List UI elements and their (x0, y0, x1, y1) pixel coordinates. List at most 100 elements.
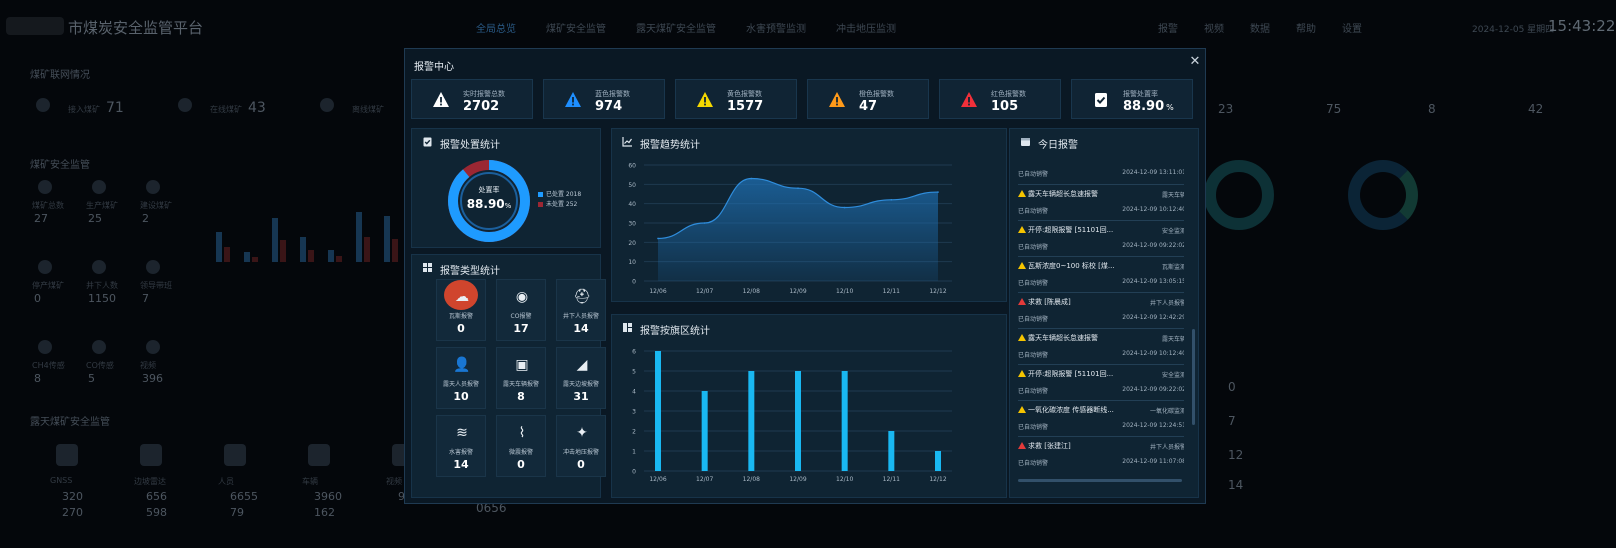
alarm-category: 安全监测 (1161, 372, 1184, 379)
bg-bar-red (392, 239, 398, 262)
top-nav: 全局总览 煤矿安全监管 露天煤矿安全监管 水害预警监测 冲击地压监测 (476, 20, 896, 35)
nav-item-coal-mine[interactable]: 煤矿安全监管 (546, 20, 606, 35)
mine-offline-icon (320, 98, 334, 112)
kpi-number: 974 (595, 99, 623, 114)
type-cell[interactable]: ◢ 露天边坡报警 31 (556, 347, 606, 409)
menu-alarm[interactable]: 报警 (1158, 20, 1178, 35)
type-cell[interactable]: ⛑ 井下人员报警 14 (556, 279, 606, 341)
alarm-list-scrollbar[interactable] (1192, 329, 1195, 425)
panel-region: 报警按旗区统计 0 1 2 3 4 5 6 12/06 12/07 12/08 12/09 12/10… (611, 314, 1007, 498)
alarm-title-text: 开停:超限报警 [51101回... (1028, 370, 1114, 378)
alarm-status: 已自动销警 (1018, 316, 1049, 323)
menu-settings[interactable]: 设置 (1342, 20, 1362, 35)
bg-openpit-b: 162 (314, 506, 335, 519)
type-cell[interactable]: ◉ CO报警 17 (496, 279, 546, 341)
trend-chart: 0 10 20 30 40 50 60 12/06 12/07 12/08 12/09 12/10 12… (628, 163, 952, 295)
bg-stat-icon (92, 180, 106, 194)
alarm-item[interactable]: 已自动销警 2024-12-09 13:11:01 (1018, 163, 1184, 185)
header-date: 2024-12-05 星期四 (1472, 25, 1555, 35)
header-time: 15:43:22 (1548, 17, 1616, 35)
region-bar[interactable] (935, 451, 941, 471)
alarm-status: 已自动销警 (1018, 280, 1049, 287)
type-cell[interactable]: ☁ 瓦斯报警 0 (436, 279, 486, 341)
type-label: 微震报警 (508, 449, 533, 456)
menu-data[interactable]: 数据 (1250, 20, 1270, 35)
alarm-category: 井下人员报警 (1149, 300, 1184, 307)
bg-right-stat: 23 (1218, 102, 1234, 116)
menu-video[interactable]: 视频 (1204, 20, 1224, 35)
type-cell[interactable]: ▣ 露天车辆报警 8 (496, 347, 546, 409)
bg-openpit-b: 270 (62, 506, 83, 519)
alarm-item[interactable]: 求救 [陈晨成] 井下人员报警 已自动销警 2024-12-09 12:42:29 (1018, 293, 1184, 329)
kpi-card[interactable]: 报警处置率 88.90% (1071, 79, 1193, 119)
panel-types: 报警类型统计 ☁ 瓦斯报警 0 ◉ CO报警 17 ⛑ 井下人员报警 14 👤 露天人员报警 10 ▣ 露… (411, 254, 606, 498)
grid-icon (423, 263, 432, 272)
legend-label-handled: 已处置 2018 (546, 191, 582, 198)
region-bar[interactable] (795, 371, 801, 471)
kpi-card[interactable]: 红色报警数 105 (939, 79, 1061, 119)
region-bar[interactable] (655, 351, 661, 471)
kpi-card[interactable]: 蓝色报警数 974 (543, 79, 665, 119)
calendar-icon (1021, 138, 1030, 146)
alarm-title: 瓦斯浓度0~100 标校 [煤... (1018, 261, 1130, 271)
alarm-item[interactable]: 开停:超限报警 [51101回... 安全监测 已自动销警 2024-12-09 09… (1018, 221, 1184, 257)
nav-item-overview[interactable]: 全局总览 (476, 20, 516, 35)
kpi-card[interactable]: 橙色报警数 47 (807, 79, 929, 119)
kpi-number: 88.90 (1123, 99, 1165, 114)
bg-bar (384, 216, 390, 262)
bg-stat-label: 视频 (140, 361, 156, 370)
nav-item-water-hazard[interactable]: 水害预警监测 (746, 20, 806, 35)
alarm-title: 露天车辆超长怠速报警 (1018, 333, 1130, 343)
bg-stat-label: 生产煤矿 (86, 201, 118, 210)
type-value: 31 (573, 390, 589, 403)
y-tick-label: 40 (628, 201, 636, 208)
close-icon[interactable]: ✕ (1188, 55, 1202, 69)
alarm-title: 开停:超限报警 [51101回... (1018, 369, 1130, 379)
alarm-item[interactable]: 露天车辆超长怠速报警 露天车辆 已自动销警 2024-12-09 10:12:40 (1018, 185, 1184, 221)
type-cell[interactable]: ⌇ 微震报警 0 (496, 415, 546, 477)
alarm-list-hscrollbar[interactable] (1018, 479, 1182, 482)
alarm-status: 已自动销警 (1018, 244, 1049, 251)
alarm-item[interactable]: 露天车辆超长怠速报警 露天车辆 已自动销警 2024-12-09 10:12:40 (1018, 329, 1184, 365)
alarm-item[interactable]: 一氧化碳浓度 传感器断线... 一氧化碳监测 已自动销警 2024-12-09 12:… (1018, 401, 1184, 437)
nav-item-rockburst[interactable]: 冲击地压监测 (836, 20, 896, 35)
type-cell[interactable]: ≋ 水害报警 14 (436, 415, 486, 477)
kpi-value: 105 (991, 99, 1020, 114)
bg-stat-value: 0 (34, 292, 41, 305)
type-value: 8 (517, 390, 525, 403)
region-bar[interactable] (701, 391, 708, 471)
panel-title-trend: 报警趋势统计 (640, 140, 700, 151)
bg-stat-value: 8 (34, 372, 41, 385)
region-bar-chart: 0 1 2 3 4 5 6 12/06 12/07 12/08 12/09 12/10 12/11 12/… (632, 349, 952, 483)
y-tick-label: 1 (632, 449, 636, 456)
kpi-card[interactable]: 实时报警总数 2702 (411, 79, 533, 119)
type-value: 14 (453, 458, 469, 471)
bg-stat-icon (38, 260, 52, 274)
menu-help[interactable]: 帮助 (1296, 20, 1316, 35)
bg-bar-red (280, 240, 286, 262)
region-bar[interactable] (888, 431, 895, 471)
alarm-item[interactable]: 瓦斯浓度0~100 标校 [煤... 瓦斯监测 已自动销警 2024-12-09 13… (1018, 257, 1184, 293)
kpi-label: 实时报警总数 (463, 90, 505, 98)
kpi-value: 2702 (463, 99, 501, 114)
background-ring-1 (1204, 160, 1274, 230)
donut-center-unit: % (504, 202, 512, 210)
region-bar[interactable] (841, 371, 848, 471)
region-bar[interactable] (748, 371, 755, 471)
panel-trend: 报警趋势统计 0 10 20 30 40 50 60 12/06 12/07 12/08 12/09… (611, 128, 1007, 302)
alarm-list[interactable]: 已自动销警 2024-12-09 13:11:01 露天车辆超长怠速报警 露天车辆 已自… (1018, 163, 1184, 471)
alarm-category: 井下人员报警 (1149, 444, 1184, 451)
alarm-item[interactable]: 开停:超限报警 [51101回... 安全监测 已自动销警 2024-12-09 09… (1018, 365, 1184, 401)
alarm-item[interactable]: 求救 [张建江] 井下人员报警 已自动销警 2024-12-09 11:07:08 (1018, 437, 1184, 471)
alarm-title-text: 瓦斯浓度0~100 标校 [煤... (1028, 262, 1115, 270)
kpi-card[interactable]: 黄色报警数 1577 (675, 79, 797, 119)
background-ring-2 (1348, 160, 1418, 230)
type-cell[interactable]: ✦ 冲击地压报警 0 (556, 415, 606, 477)
bg-stat-label: 停产煤矿 (32, 281, 64, 290)
panel-today: 今日报警 已自动销警 2024-12-09 13:11:01 露天车辆超长怠速报警露… (1009, 128, 1199, 498)
bg-bar (216, 232, 222, 262)
trend-point (890, 199, 893, 201)
type-cell[interactable]: 👤 露天人员报警 10 (436, 347, 486, 409)
nav-item-open-pit[interactable]: 露天煤矿安全监管 (636, 20, 716, 35)
x-tick-label: 12/08 (743, 476, 760, 483)
